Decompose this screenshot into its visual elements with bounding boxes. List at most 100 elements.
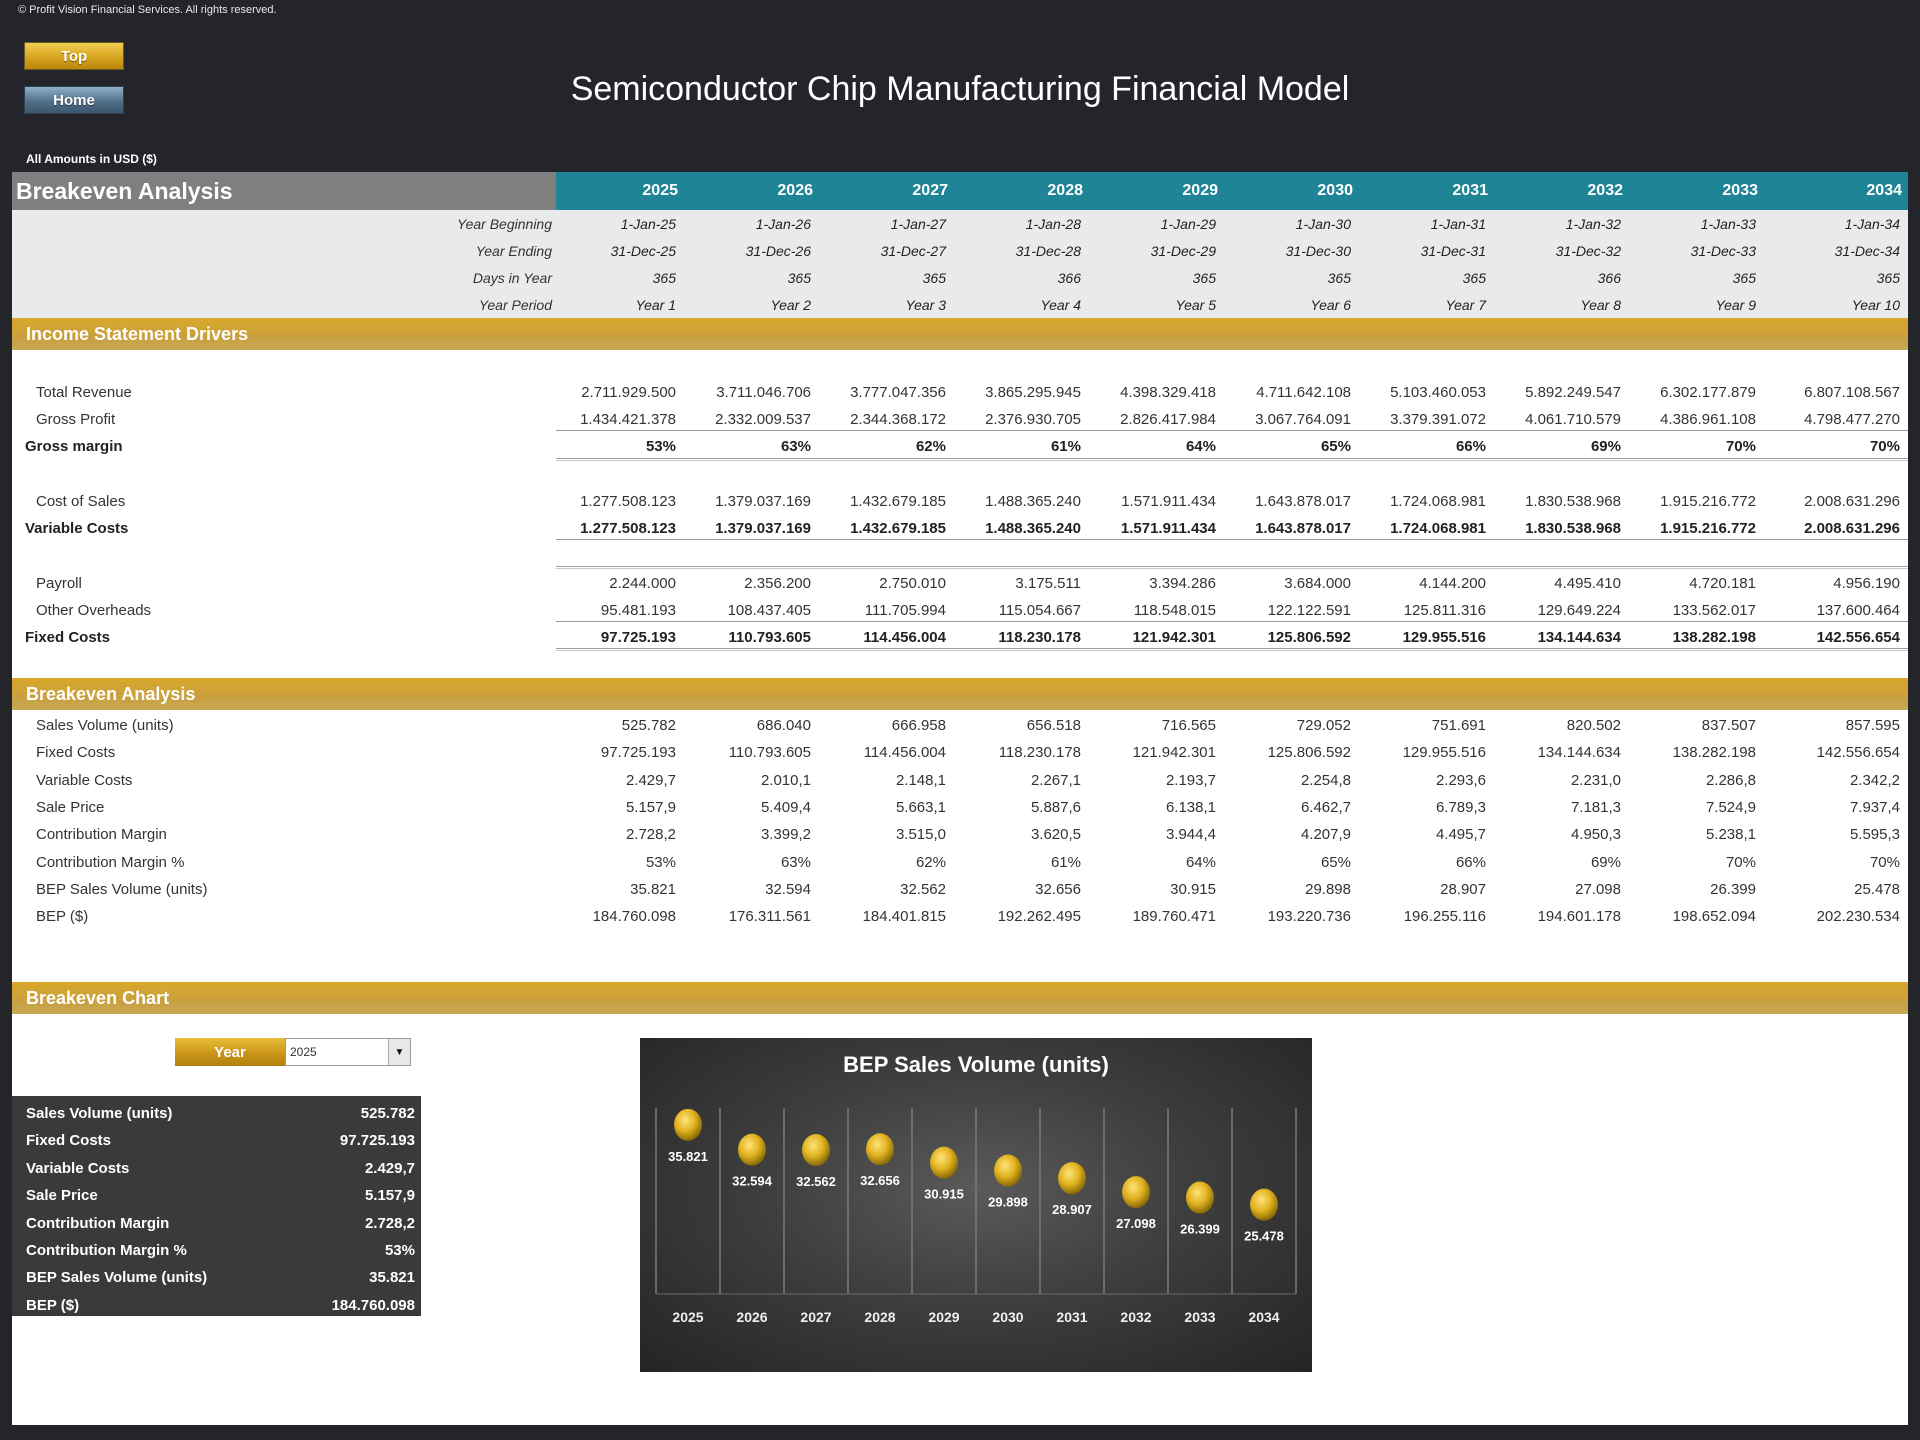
year-header-cell: 2025 (642, 182, 678, 199)
breakeven-cell: 62% (915, 853, 946, 871)
year-header-cell: 2027 (912, 182, 948, 199)
income-cell: 4.798.477.270 (1804, 411, 1900, 428)
income-cell: 95.481.193 (600, 602, 676, 619)
income-cell: 5.892.249.547 (1525, 384, 1621, 401)
meta-cell: 365 (652, 270, 676, 286)
chart-x-tick-label: 2030 (992, 1309, 1023, 1325)
chart-point (1122, 1176, 1150, 1209)
meta-cell: Year 8 (1580, 297, 1621, 313)
summary-value: 525.782 (360, 1105, 415, 1122)
chart-data-label: 30.915 (924, 1187, 964, 1202)
chart-x-tick-label: 2028 (864, 1309, 895, 1325)
breakeven-cell: 32.594 (765, 880, 811, 898)
breakeven-cell: 189.760.471 (1132, 908, 1216, 926)
income-cell: 62% (915, 438, 946, 455)
top-button[interactable]: Top (24, 42, 124, 70)
chart-data-label: 35.821 (668, 1149, 708, 1164)
breakeven-cell: 686.040 (756, 717, 811, 734)
breakeven-cell: 3.399,2 (760, 826, 811, 844)
income-cell: 1.488.365.240 (985, 493, 1081, 510)
year-header-cell: 2030 (1317, 182, 1353, 199)
breakeven-cell: 5.663,1 (895, 798, 946, 816)
meta-cell: 31-Dec-31 (1420, 243, 1486, 259)
income-cell: 121.942.301 (1132, 629, 1216, 646)
income-cell: 3.865.295.945 (985, 384, 1081, 401)
meta-cell: 31-Dec-29 (1150, 243, 1216, 259)
income-cell: 2.244.000 (609, 575, 676, 592)
income-cell: 1.379.037.169 (715, 520, 811, 537)
breakeven-cell: 32.656 (1035, 880, 1081, 898)
year-dropdown[interactable]: 2025 ▼ (285, 1038, 411, 1066)
summary-row: Variable Costs 2.429,7 (12, 1155, 421, 1182)
year-header-cell: 2033 (1722, 182, 1758, 199)
chart-data-label: 27.098 (1116, 1216, 1156, 1231)
summary-value: 2.728,2 (364, 1214, 415, 1232)
income-cell: 70% (1869, 438, 1900, 455)
breakeven-row-label: Contribution Margin (36, 826, 167, 844)
income-cell: 1.830.538.968 (1525, 520, 1621, 537)
breakeven-cell: 184.760.098 (592, 908, 676, 926)
income-row-label: Other Overheads (36, 602, 152, 619)
income-cell: 1.915.216.772 (1660, 520, 1756, 537)
income-cell: 4.386.961.108 (1660, 411, 1756, 428)
meta-cell: 365 (922, 270, 946, 286)
breakeven-cell: 2.429,7 (625, 771, 676, 789)
breakeven-cell: 3.620,5 (1030, 826, 1081, 844)
chart-point (866, 1133, 894, 1166)
income-cell: 1.488.365.240 (985, 520, 1081, 537)
meta-cell: 1-Jan-29 (1160, 216, 1216, 232)
breakeven-cell: 4.495,7 (1435, 826, 1486, 844)
income-cell: 61% (1050, 438, 1081, 455)
income-cell: 64% (1185, 438, 1216, 455)
income-cell: 1.643.878.017 (1255, 520, 1351, 537)
income-cell: 1.571.911.434 (1121, 493, 1216, 510)
meta-cell: Year 4 (1040, 297, 1081, 313)
meta-cell: 365 (787, 270, 811, 286)
meta-cell: 365 (1462, 270, 1486, 286)
chart-data-label: 32.656 (860, 1173, 900, 1188)
breakeven-cell: 196.255.116 (1403, 908, 1486, 926)
breakeven-cell: 666.958 (891, 717, 946, 734)
breakeven-cell: 29.898 (1305, 880, 1351, 898)
income-cell: 1.432.679.185 (850, 493, 946, 510)
chart-x-tick-label: 2025 (672, 1309, 703, 1325)
breakeven-cell: 125.806.592 (1267, 744, 1351, 762)
income-cell: 133.562.017 (1672, 602, 1756, 619)
breakeven-cell: 716.565 (1161, 717, 1216, 734)
breakeven-cell: 5.887,6 (1030, 798, 1081, 816)
income-cell: 4.144.200 (1419, 575, 1486, 592)
meta-cell: 365 (1327, 270, 1351, 286)
summary-value: 5.157,9 (364, 1187, 415, 1205)
chart-data-label: 25.478 (1244, 1229, 1284, 1244)
summary-label: Variable Costs (26, 1159, 130, 1177)
income-cell: 5.103.460.053 (1390, 384, 1486, 401)
meta-cell: Year 9 (1715, 297, 1756, 313)
meta-cell: 1-Jan-26 (755, 216, 811, 232)
chart-data-label: 32.594 (732, 1174, 773, 1189)
meta-cell: Year 10 (1851, 297, 1900, 313)
breakeven-row-label: Sale Price (36, 798, 105, 816)
breakeven-cell: 857.595 (1845, 717, 1900, 734)
breakeven-section-header: Breakeven Analysis (12, 678, 1908, 710)
income-cell: 2.344.368.172 (850, 411, 946, 428)
income-cell: 3.394.286 (1149, 575, 1216, 592)
chart-point (738, 1133, 766, 1166)
income-cell: 1.830.538.968 (1525, 493, 1621, 510)
breakeven-cell: 2.254,8 (1300, 771, 1351, 789)
income-cell: 2.008.631.296 (1804, 520, 1900, 537)
subtotal-rule (556, 621, 1908, 622)
income-cell: 3.777.047.356 (850, 384, 946, 401)
chart-x-tick-label: 2034 (1248, 1309, 1279, 1325)
summary-label: Fixed Costs (26, 1132, 112, 1150)
section-title: Breakeven Analysis (12, 172, 556, 210)
breakeven-row-label: Contribution Margin % (36, 853, 185, 871)
income-cell: 2.356.200 (744, 575, 811, 592)
chevron-down-icon[interactable]: ▼ (388, 1039, 410, 1065)
year-header-cell: 2028 (1047, 182, 1083, 199)
breakeven-cell: 194.601.178 (1537, 908, 1621, 926)
meta-label: Year Beginning (457, 216, 552, 232)
summary-value: 53% (384, 1241, 415, 1259)
breakeven-cell: 729.052 (1296, 717, 1351, 734)
breakeven-cell: 118.230.178 (998, 744, 1081, 762)
subtotal-rule (556, 566, 1908, 569)
